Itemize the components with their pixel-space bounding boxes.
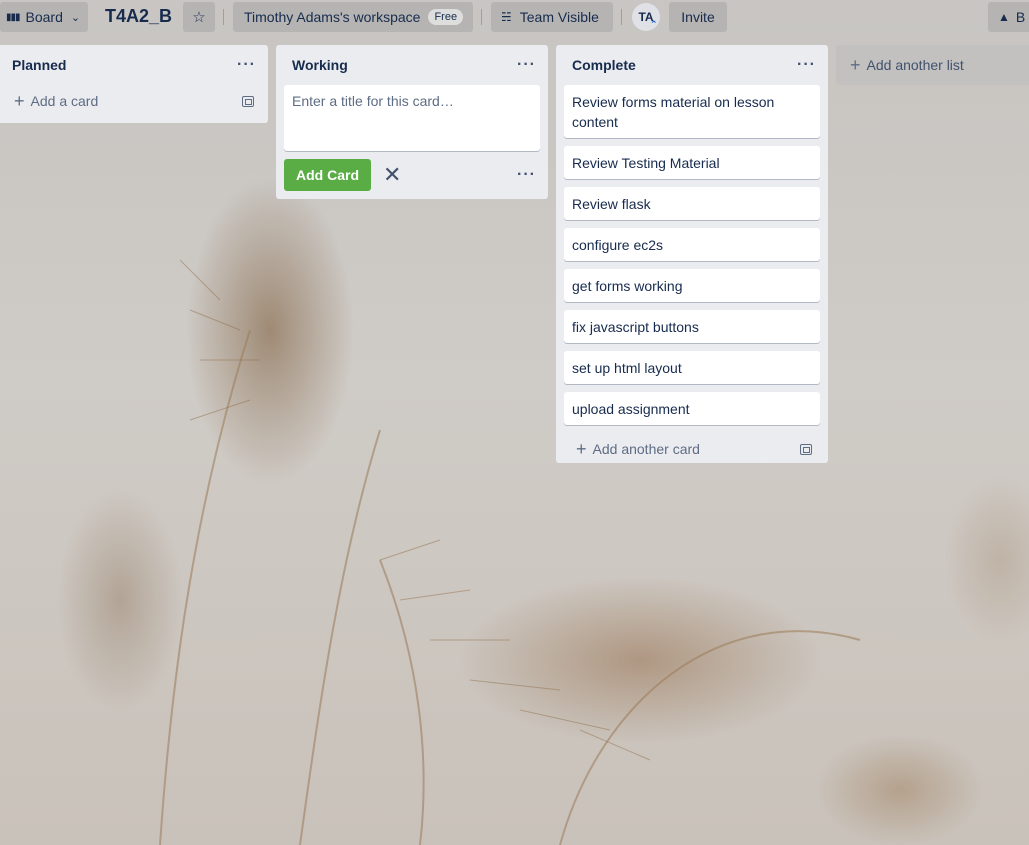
add-card-label: Add another card xyxy=(592,441,700,457)
list-title[interactable]: Complete xyxy=(572,57,636,73)
visibility-button[interactable]: ☵ Team Visible xyxy=(491,2,613,32)
divider xyxy=(223,9,224,25)
invite-label: Invite xyxy=(681,9,715,25)
card[interactable]: fix javascript buttons xyxy=(564,310,820,343)
plan-badge: Free xyxy=(428,9,464,25)
chevron-down-icon: ⌄ xyxy=(70,11,81,24)
star-button[interactable]: ☆ xyxy=(183,2,215,32)
add-card-row: + Add another card xyxy=(556,433,828,465)
plus-icon: + xyxy=(576,438,587,459)
composer-actions: Add Card ✕ ··· xyxy=(276,151,548,198)
butler-button[interactable]: ▲ B xyxy=(988,2,1029,32)
team-icon: ☵ xyxy=(501,10,512,24)
list-complete: Complete ··· Review forms material on le… xyxy=(556,45,828,463)
list-header: Complete ··· xyxy=(556,45,828,85)
template-icon[interactable] xyxy=(242,95,254,107)
add-card-row: + Add a card xyxy=(0,85,268,117)
composer-options-icon[interactable]: ··· xyxy=(517,166,536,184)
card[interactable]: Review flask xyxy=(564,187,820,220)
plus-icon: + xyxy=(850,54,861,75)
admin-chevron-icon: ⌃ xyxy=(650,19,658,29)
card-title-placeholder: Enter a title for this card… xyxy=(292,93,454,109)
list-header: Working ··· xyxy=(276,45,548,85)
card-title-input[interactable]: Enter a title for this card… xyxy=(284,85,540,151)
list-working: Working ··· Enter a title for this card…… xyxy=(276,45,548,199)
add-card-submit-button[interactable]: Add Card xyxy=(284,158,371,191)
workspace-name: Timothy Adams's workspace xyxy=(244,9,421,25)
add-card-button[interactable]: + Add another card xyxy=(576,439,700,460)
butler-label: B xyxy=(1015,9,1026,25)
plus-icon: + xyxy=(14,90,25,111)
workspace-button[interactable]: Timothy Adams's workspace Free xyxy=(233,2,473,32)
card[interactable]: upload assignment xyxy=(564,392,820,425)
star-icon: ☆ xyxy=(192,9,206,26)
template-icon[interactable] xyxy=(800,443,812,455)
divider xyxy=(621,9,622,25)
card[interactable]: set up html layout xyxy=(564,351,820,384)
list-menu-icon[interactable]: ··· xyxy=(237,56,256,74)
board-view-switcher[interactable]: ▮▮▮ Board ⌄ xyxy=(0,2,88,32)
board-header: ▮▮▮ Board ⌄ T4A2_B ☆ Timothy Adams's wor… xyxy=(0,0,1029,34)
board-icon: ▮▮▮ xyxy=(6,11,20,23)
add-card-button[interactable]: + Add a card xyxy=(14,91,98,112)
list-planned: Planned ··· + Add a card xyxy=(0,45,268,123)
card[interactable]: Review Testing Material xyxy=(564,146,820,179)
butler-icon: ▲ xyxy=(998,10,1010,24)
avatar[interactable]: TA ⌃ xyxy=(632,3,660,31)
list-title[interactable]: Planned xyxy=(12,57,66,73)
list-menu-icon[interactable]: ··· xyxy=(797,56,816,74)
card[interactable]: get forms working xyxy=(564,269,820,302)
list-menu-icon[interactable]: ··· xyxy=(517,56,536,74)
add-card-label: Add a card xyxy=(30,93,99,109)
close-icon[interactable]: ✕ xyxy=(383,163,401,186)
card[interactable]: Review forms material on lesson content xyxy=(564,85,820,138)
add-list-button[interactable]: + Add another list xyxy=(836,45,1029,85)
list-title[interactable]: Working xyxy=(292,57,348,73)
list-header: Planned ··· xyxy=(0,45,268,85)
board-title[interactable]: T4A2_B xyxy=(105,6,172,27)
divider xyxy=(481,9,482,25)
invite-button[interactable]: Invite xyxy=(669,2,727,32)
add-list-label: Add another list xyxy=(866,57,964,73)
board-view-label: Board xyxy=(25,9,63,25)
card[interactable]: configure ec2s xyxy=(564,228,820,261)
visibility-label: Team Visible xyxy=(519,9,599,25)
